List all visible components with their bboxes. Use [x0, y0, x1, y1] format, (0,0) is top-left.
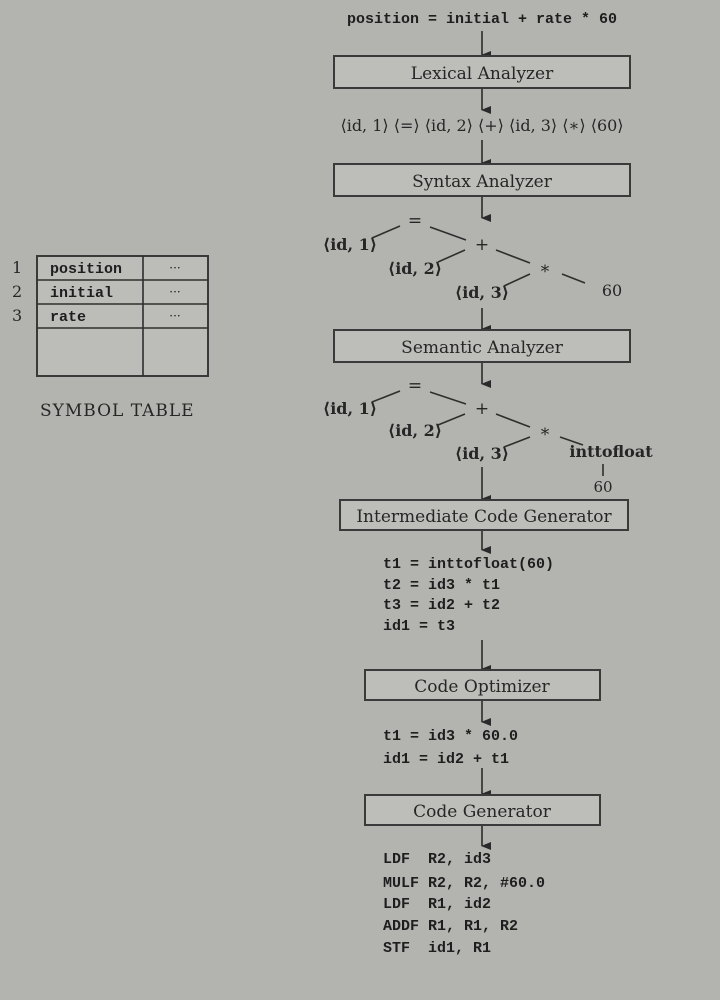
tree-node-plus: +	[475, 235, 489, 255]
tree-node-plus: +	[475, 399, 489, 419]
tree-node-assign: =	[408, 376, 422, 396]
tree-node-id3: ⟨id, 3⟩	[455, 444, 509, 463]
symbol-info: ···	[169, 309, 180, 323]
token-stream: ⟨id, 1⟩ ⟨=⟩ ⟨id, 2⟩ ⟨+⟩ ⟨id, 3⟩ ⟨∗⟩ ⟨60⟩	[340, 116, 623, 135]
semantic-tree: = ⟨id, 1⟩ + ⟨id, 2⟩ * ⟨id, 3⟩ inttofloat…	[323, 376, 653, 496]
symbol-info: ···	[169, 261, 180, 275]
source-statement: position = initial + rate * 60	[347, 11, 617, 28]
code-optimizer-label: Code Optimizer	[414, 677, 550, 697]
intermediate-code-generator-box: Intermediate Code Generator	[339, 499, 629, 531]
code-line: t3 = id2 + t2	[383, 597, 500, 614]
tree-node-id2: ⟨id, 2⟩	[388, 421, 442, 440]
symbol-table-caption: SYMBOL TABLE	[40, 401, 195, 421]
tree-node-60: 60	[602, 281, 622, 300]
lexical-analyzer-label: Lexical Analyzer	[411, 64, 554, 84]
tree-node-id3: ⟨id, 3⟩	[455, 283, 509, 302]
code-line: id1 = id2 + t1	[383, 751, 509, 768]
syntax-analyzer-label: Syntax Analyzer	[412, 172, 553, 192]
symbol-table: 1 2 3 position initial rate ··· ··· ··· …	[12, 255, 209, 421]
target-code: LDF R2, id3 MULF R2, R2, #60.0 LDF R1, i…	[383, 851, 545, 957]
semantic-analyzer-label: Semantic Analyzer	[401, 338, 564, 358]
code-line: id1 = t3	[383, 618, 455, 635]
tree-node-assign: =	[408, 211, 422, 231]
code-line: MULF R2, R2, #60.0	[383, 875, 545, 892]
intermediate-code: t1 = inttofloat(60) t2 = id3 * t1 t3 = i…	[383, 556, 554, 635]
tree-node-times: *	[541, 262, 550, 282]
symbol-info: ···	[169, 285, 180, 299]
lexical-analyzer-box: Lexical Analyzer	[333, 55, 631, 89]
code-generator-label: Code Generator	[413, 802, 552, 822]
code-optimizer-box: Code Optimizer	[364, 669, 601, 701]
code-line: STF id1, R1	[383, 940, 491, 957]
optimized-code: t1 = id3 * 60.0 id1 = id2 + t1	[383, 728, 518, 768]
symbol-index: 2	[12, 282, 22, 301]
symbol-index: 3	[12, 306, 22, 325]
tree-node-60: 60	[593, 478, 612, 496]
code-line: LDF R2, id3	[383, 851, 491, 868]
syntax-analyzer-box: Syntax Analyzer	[333, 163, 631, 197]
tree-node-id2: ⟨id, 2⟩	[388, 259, 442, 278]
symbol-name: initial	[50, 285, 113, 302]
compiler-phases-diagram: position = initial + rate * 60 Lexical A…	[12, 11, 653, 957]
code-line: t1 = inttofloat(60)	[383, 556, 554, 573]
semantic-analyzer-box: Semantic Analyzer	[333, 329, 631, 363]
syntax-tree: = ⟨id, 1⟩ + ⟨id, 2⟩ * ⟨id, 3⟩ 60	[323, 211, 622, 302]
symbol-name: rate	[50, 309, 86, 326]
intermediate-code-generator-label: Intermediate Code Generator	[356, 507, 612, 527]
symbol-index: 1	[12, 258, 22, 277]
symbol-name: position	[50, 261, 122, 278]
tree-node-times: *	[541, 425, 550, 445]
tree-node-id1: ⟨id, 1⟩	[323, 399, 377, 418]
code-line: t1 = id3 * 60.0	[383, 728, 518, 745]
code-line: t2 = id3 * t1	[383, 577, 500, 594]
code-generator-box: Code Generator	[364, 794, 601, 826]
code-line: LDF R1, id2	[383, 896, 491, 913]
tree-node-id1: ⟨id, 1⟩	[323, 235, 377, 254]
code-line: ADDF R1, R1, R2	[383, 918, 518, 935]
